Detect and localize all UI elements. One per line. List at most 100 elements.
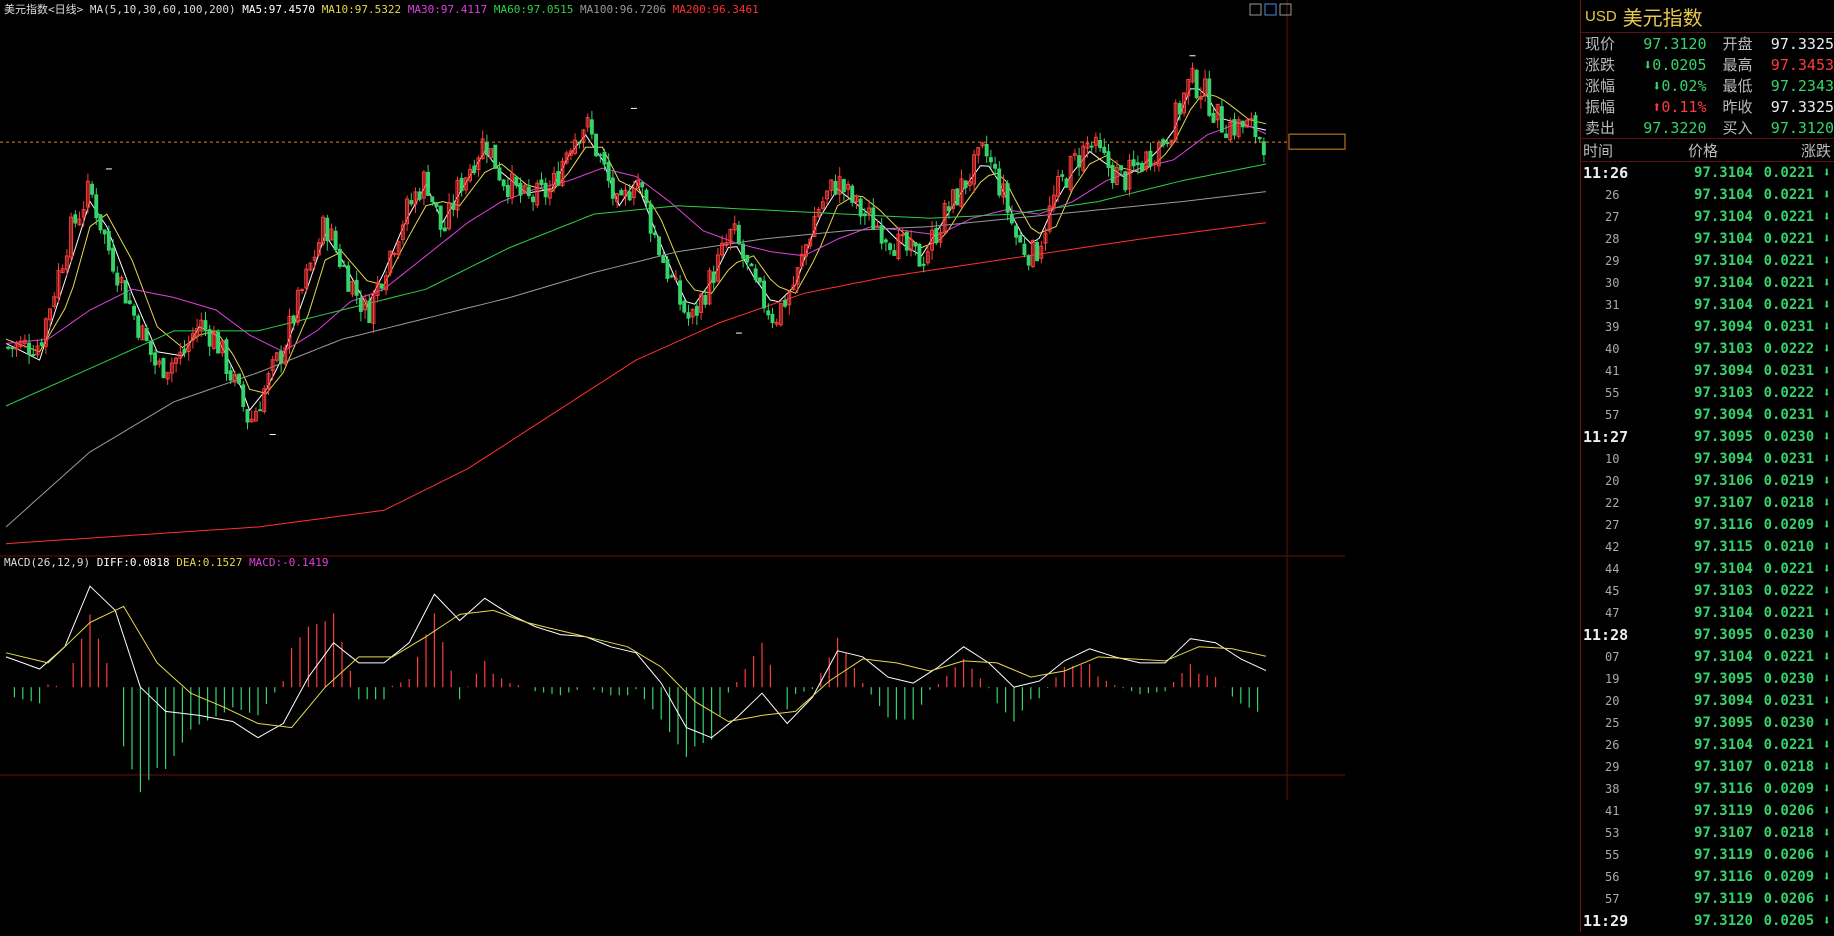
tick-row[interactable]: 53 97.3107 0.0218 ⬇ bbox=[1581, 822, 1834, 844]
candle bbox=[300, 288, 305, 294]
tick-list[interactable]: 11:26 97.3104 0.0221 ⬇ 26 97.3104 0.0221 ⬇ 27 9… bbox=[1581, 162, 1834, 932]
candle-body bbox=[241, 384, 246, 407]
candle bbox=[1190, 62, 1195, 84]
candle-body bbox=[888, 243, 892, 251]
tick-row[interactable]: 11:29 97.3120 0.0205 ⬇ bbox=[1581, 910, 1834, 932]
tick-row[interactable]: 41 97.3094 0.0231 ⬇ bbox=[1581, 360, 1834, 382]
candle bbox=[270, 355, 275, 381]
quote-label: 买入 bbox=[1722, 119, 1753, 137]
candle bbox=[388, 250, 393, 277]
tick-row[interactable]: 45 97.3103 0.0222 ⬇ bbox=[1581, 580, 1834, 602]
tick-row[interactable]: 55 97.3119 0.0206 ⬇ bbox=[1581, 844, 1834, 866]
candle-body bbox=[207, 329, 212, 347]
tick-row[interactable]: 29 97.3104 0.0221 ⬇ bbox=[1581, 250, 1834, 272]
tick-price: 97.3104 bbox=[1693, 253, 1753, 269]
candle bbox=[682, 299, 687, 314]
tick-row[interactable]: 20 97.3094 0.0231 ⬇ bbox=[1581, 690, 1834, 712]
ma100-line bbox=[5, 191, 1267, 528]
tick-table-header: 时间 价格 涨跌 bbox=[1581, 138, 1834, 162]
down-arrow-icon: ⬇ bbox=[1814, 869, 1831, 885]
tick-change-value: 0.0218 bbox=[1763, 495, 1815, 511]
chart-layout-icon bbox=[1264, 3, 1277, 16]
candle bbox=[678, 275, 682, 311]
tick-row[interactable]: 29 97.3107 0.0218 ⬇ bbox=[1581, 756, 1834, 778]
tick-row[interactable]: 47 97.3104 0.0221 ⬇ bbox=[1581, 602, 1834, 624]
chart-toggle-icon bbox=[1249, 3, 1262, 16]
quote-label: 涨幅 bbox=[1585, 77, 1616, 95]
candle bbox=[896, 227, 901, 261]
tick-row[interactable]: 22 97.3107 0.0218 ⬇ bbox=[1581, 492, 1834, 514]
tick-price: 97.3104 bbox=[1693, 275, 1753, 291]
macd-dea: DEA:0.1527 bbox=[176, 556, 249, 569]
candle-body bbox=[438, 205, 443, 230]
candle bbox=[904, 229, 909, 257]
candle-body bbox=[111, 247, 115, 272]
candle-body bbox=[484, 141, 489, 155]
tick-row[interactable]: 27 97.3104 0.0221 ⬇ bbox=[1581, 206, 1834, 228]
tick-row[interactable]: 42 97.3115 0.0210 ⬇ bbox=[1581, 536, 1834, 558]
tick-row[interactable]: 30 97.3104 0.0221 ⬇ bbox=[1581, 272, 1834, 294]
candles[interactable] bbox=[6, 62, 1266, 430]
candle bbox=[287, 308, 292, 355]
macd-panel bbox=[5, 585, 1267, 793]
candle-body bbox=[1140, 163, 1144, 172]
tick-time: 53 bbox=[1605, 826, 1620, 840]
ma-params: MA(5,10,30,60,100,200) bbox=[90, 3, 242, 16]
candle-body bbox=[1257, 137, 1262, 140]
tick-row[interactable]: 07 97.3104 0.0221 ⬇ bbox=[1581, 646, 1834, 668]
tick-row[interactable]: 11:26 97.3104 0.0221 ⬇ bbox=[1581, 162, 1834, 184]
candle bbox=[468, 164, 473, 184]
tick-row[interactable]: 11:28 97.3095 0.0230 ⬇ bbox=[1581, 624, 1834, 646]
candle bbox=[451, 194, 456, 217]
down-arrow-icon: ⬇ bbox=[1814, 275, 1831, 291]
candle-body bbox=[342, 264, 347, 267]
candle-body bbox=[917, 243, 922, 267]
tick-row[interactable]: 57 97.3119 0.0206 ⬇ bbox=[1581, 888, 1834, 910]
tick-row[interactable]: 41 97.3119 0.0206 ⬇ bbox=[1581, 800, 1834, 822]
candle bbox=[207, 324, 212, 356]
candle bbox=[707, 267, 712, 306]
candle-body bbox=[762, 280, 766, 309]
tick-change: 0.0221 ⬇ bbox=[1753, 187, 1831, 203]
tick-row[interactable]: 56 97.3116 0.0209 ⬇ bbox=[1581, 866, 1834, 888]
tick-row[interactable]: 39 97.3094 0.0231 ⬇ bbox=[1581, 316, 1834, 338]
tick-row[interactable]: 26 97.3104 0.0221 ⬇ bbox=[1581, 184, 1834, 206]
tick-row[interactable]: 40 97.3103 0.0222 ⬇ bbox=[1581, 338, 1834, 360]
chart-svg[interactable]: 美元指数<日线> MA(5,10,30,60,100,200) MA5:97.4… bbox=[0, 0, 1580, 932]
tick-row[interactable]: 55 97.3103 0.0222 ⬇ bbox=[1581, 382, 1834, 404]
candle bbox=[501, 179, 506, 191]
candle-body bbox=[472, 165, 477, 174]
candle bbox=[938, 227, 943, 248]
candle bbox=[787, 290, 792, 315]
tick-row[interactable]: 57 97.3094 0.0231 ⬇ bbox=[1581, 404, 1834, 426]
quote-row: 现价 97.3120 开盘 97.3325 bbox=[1581, 33, 1834, 54]
tick-row[interactable]: 44 97.3104 0.0221 ⬇ bbox=[1581, 558, 1834, 580]
candle-body bbox=[258, 409, 263, 412]
tick-time: 56 bbox=[1605, 870, 1620, 884]
candle bbox=[245, 408, 250, 430]
candle bbox=[1081, 141, 1086, 174]
tick-row[interactable]: 28 97.3104 0.0221 ⬇ bbox=[1581, 228, 1834, 250]
tick-row[interactable]: 25 97.3095 0.0230 ⬇ bbox=[1581, 712, 1834, 734]
candle bbox=[804, 243, 808, 265]
tick-row[interactable]: 31 97.3104 0.0221 ⬇ bbox=[1581, 294, 1834, 316]
tick-row[interactable]: 38 97.3116 0.0209 ⬇ bbox=[1581, 778, 1834, 800]
tick-row[interactable]: 10 97.3094 0.0231 ⬇ bbox=[1581, 448, 1834, 470]
ma-lines bbox=[5, 88, 1267, 545]
tick-time: 57 bbox=[1605, 892, 1620, 906]
tick-time: 28 bbox=[1605, 232, 1620, 246]
tick-row[interactable]: 20 97.3106 0.0219 ⬇ bbox=[1581, 470, 1834, 492]
tick-row[interactable]: 19 97.3095 0.0230 ⬇ bbox=[1581, 668, 1834, 690]
candle-body bbox=[1102, 146, 1107, 154]
candle bbox=[1203, 69, 1207, 102]
tick-row[interactable]: 27 97.3116 0.0209 ⬇ bbox=[1581, 514, 1834, 536]
candle-body bbox=[514, 176, 519, 186]
candle bbox=[543, 177, 548, 205]
candle bbox=[203, 311, 208, 336]
tick-row[interactable]: 26 97.3104 0.0221 ⬇ bbox=[1581, 734, 1834, 756]
chart-title-row: 美元指数<日线> MA(5,10,30,60,100,200) MA5:97.4… bbox=[4, 2, 759, 16]
tick-row[interactable]: 11:27 97.3095 0.0230 ⬇ bbox=[1581, 426, 1834, 448]
tick-change: 0.0221 ⬇ bbox=[1753, 253, 1831, 269]
candle-body bbox=[1098, 140, 1102, 149]
chart-area[interactable]: 美元指数<日线> MA(5,10,30,60,100,200) MA5:97.4… bbox=[0, 0, 1580, 932]
